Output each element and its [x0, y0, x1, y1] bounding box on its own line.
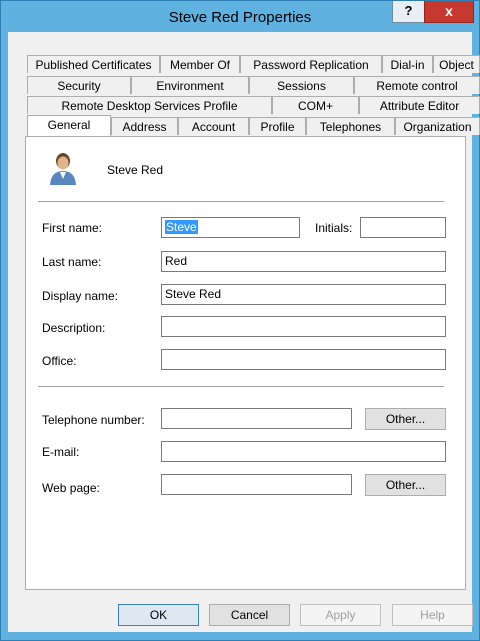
telephone-label: Telephone number: [42, 413, 145, 427]
first-name-label: First name: [42, 221, 103, 235]
tab-member-of[interactable]: Member Of [160, 55, 240, 73]
tab-account[interactable]: Account [178, 117, 249, 135]
first-name-value: Steve [165, 220, 198, 234]
apply-button[interactable]: Apply [300, 604, 381, 626]
tab-com-plus[interactable]: COM+ [272, 96, 359, 114]
user-display-name: Steve Red [107, 163, 164, 177]
tab-sessions[interactable]: Sessions [249, 76, 354, 94]
tab-attribute-editor[interactable]: Attribute Editor [359, 96, 480, 114]
tab-organization[interactable]: Organization [395, 117, 480, 135]
last-name-label: Last name: [42, 255, 102, 269]
last-name-field[interactable]: Red [161, 251, 446, 272]
tab-dial-in[interactable]: Dial-in [382, 55, 433, 73]
help-button[interactable]: Help [392, 604, 473, 626]
telephone-field[interactable] [161, 408, 352, 429]
separator-bottom [38, 386, 444, 388]
tab-environment[interactable]: Environment [131, 76, 249, 94]
office-field[interactable] [161, 349, 446, 370]
initials-field[interactable] [360, 217, 446, 238]
description-field[interactable] [161, 316, 446, 337]
webpage-label: Web page: [42, 481, 100, 495]
close-icon[interactable]: x [424, 1, 474, 23]
tab-published-certificates[interactable]: Published Certificates [27, 55, 160, 73]
email-label: E-mail: [42, 445, 80, 459]
tab-security[interactable]: Security [27, 76, 131, 94]
webpage-other-button[interactable]: Other... [365, 474, 446, 496]
ok-button[interactable]: OK [118, 604, 199, 626]
description-label: Description: [42, 321, 106, 335]
tab-profile[interactable]: Profile [249, 117, 306, 135]
cancel-button[interactable]: Cancel [209, 604, 290, 626]
user-avatar-icon [48, 151, 78, 187]
tab-password-replication[interactable]: Password Replication [240, 55, 382, 73]
tab-remote-control[interactable]: Remote control [354, 76, 480, 94]
initials-label: Initials: [315, 221, 353, 235]
telephone-other-button[interactable]: Other... [365, 408, 446, 430]
first-name-field[interactable]: Steve [161, 217, 300, 238]
webpage-field[interactable] [161, 474, 352, 495]
tab-general[interactable]: General [27, 115, 111, 136]
tab-telephones[interactable]: Telephones [306, 117, 395, 135]
tab-address[interactable]: Address [111, 117, 178, 135]
display-name-label: Display name: [42, 289, 119, 303]
tab-object[interactable]: Object [433, 55, 480, 73]
display-name-field[interactable]: Steve Red [161, 284, 446, 305]
separator-top [38, 201, 444, 203]
email-field[interactable] [161, 441, 446, 462]
help-question-icon[interactable]: ? [392, 1, 425, 23]
office-label: Office: [42, 354, 77, 368]
title-bar[interactable]: Steve Red Properties ? x [1, 1, 479, 32]
tab-remote-desktop-services-profile[interactable]: Remote Desktop Services Profile [27, 96, 272, 114]
